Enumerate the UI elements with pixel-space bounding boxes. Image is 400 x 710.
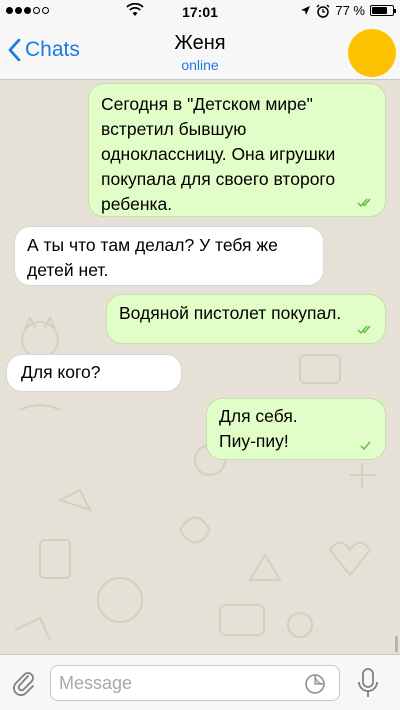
message-line: ребенка. <box>101 194 173 214</box>
message-line: Водяной пистолет покупал. <box>119 303 342 323</box>
check-icon <box>360 441 371 451</box>
message-bubble-outgoing[interactable]: Водяной пистолет покупал. <box>106 294 386 344</box>
scrollbar[interactable] <box>395 636 398 652</box>
contact-name[interactable]: Женя <box>0 32 400 55</box>
double-check-icon <box>357 198 371 208</box>
message-line: встретил бывшую <box>101 119 247 139</box>
message-bubble-outgoing[interactable]: Для себя. Пиу-пиу! <box>206 398 386 460</box>
message-line: Пиу-пиу! <box>219 431 289 451</box>
message-input[interactable] <box>50 665 340 701</box>
battery-level <box>372 7 388 14</box>
message-list[interactable]: Сегодня в "Детском мире" встретил бывшую… <box>0 80 400 654</box>
contact-status: online <box>181 57 219 73</box>
composer <box>0 654 400 710</box>
location-arrow-icon <box>301 6 311 15</box>
paperclip-icon[interactable] <box>10 669 38 697</box>
double-check-icon <box>357 325 371 335</box>
message-line: Сегодня в "Детском мире" <box>101 94 313 114</box>
alarm-icon <box>316 3 330 18</box>
sticker-icon[interactable] <box>304 673 326 695</box>
message-line: Для себя. <box>219 406 298 426</box>
message-line: А ты что там делал? У тебя же <box>27 235 278 255</box>
message-line: Для кого? <box>21 362 101 382</box>
message-line: покупала для своего второго <box>101 169 336 189</box>
message-line: детей нет. <box>27 260 109 280</box>
chat-header: Chats Женя online <box>0 24 400 80</box>
battery-percent: 77 % <box>335 3 365 18</box>
message-bubble-incoming[interactable]: Для кого? <box>6 354 182 392</box>
battery-icon <box>370 5 396 16</box>
message-bubble-incoming[interactable]: А ты что там делал? У тебя же детей нет. <box>14 226 324 286</box>
message-bubble-outgoing[interactable]: Сегодня в "Детском мире" встретил бывшую… <box>88 83 386 217</box>
avatar[interactable] <box>348 29 396 77</box>
microphone-icon[interactable] <box>356 667 380 699</box>
message-line: одноклассницу. Она игрушки <box>101 144 336 164</box>
status-bar: 17:01 77 % <box>0 0 400 24</box>
